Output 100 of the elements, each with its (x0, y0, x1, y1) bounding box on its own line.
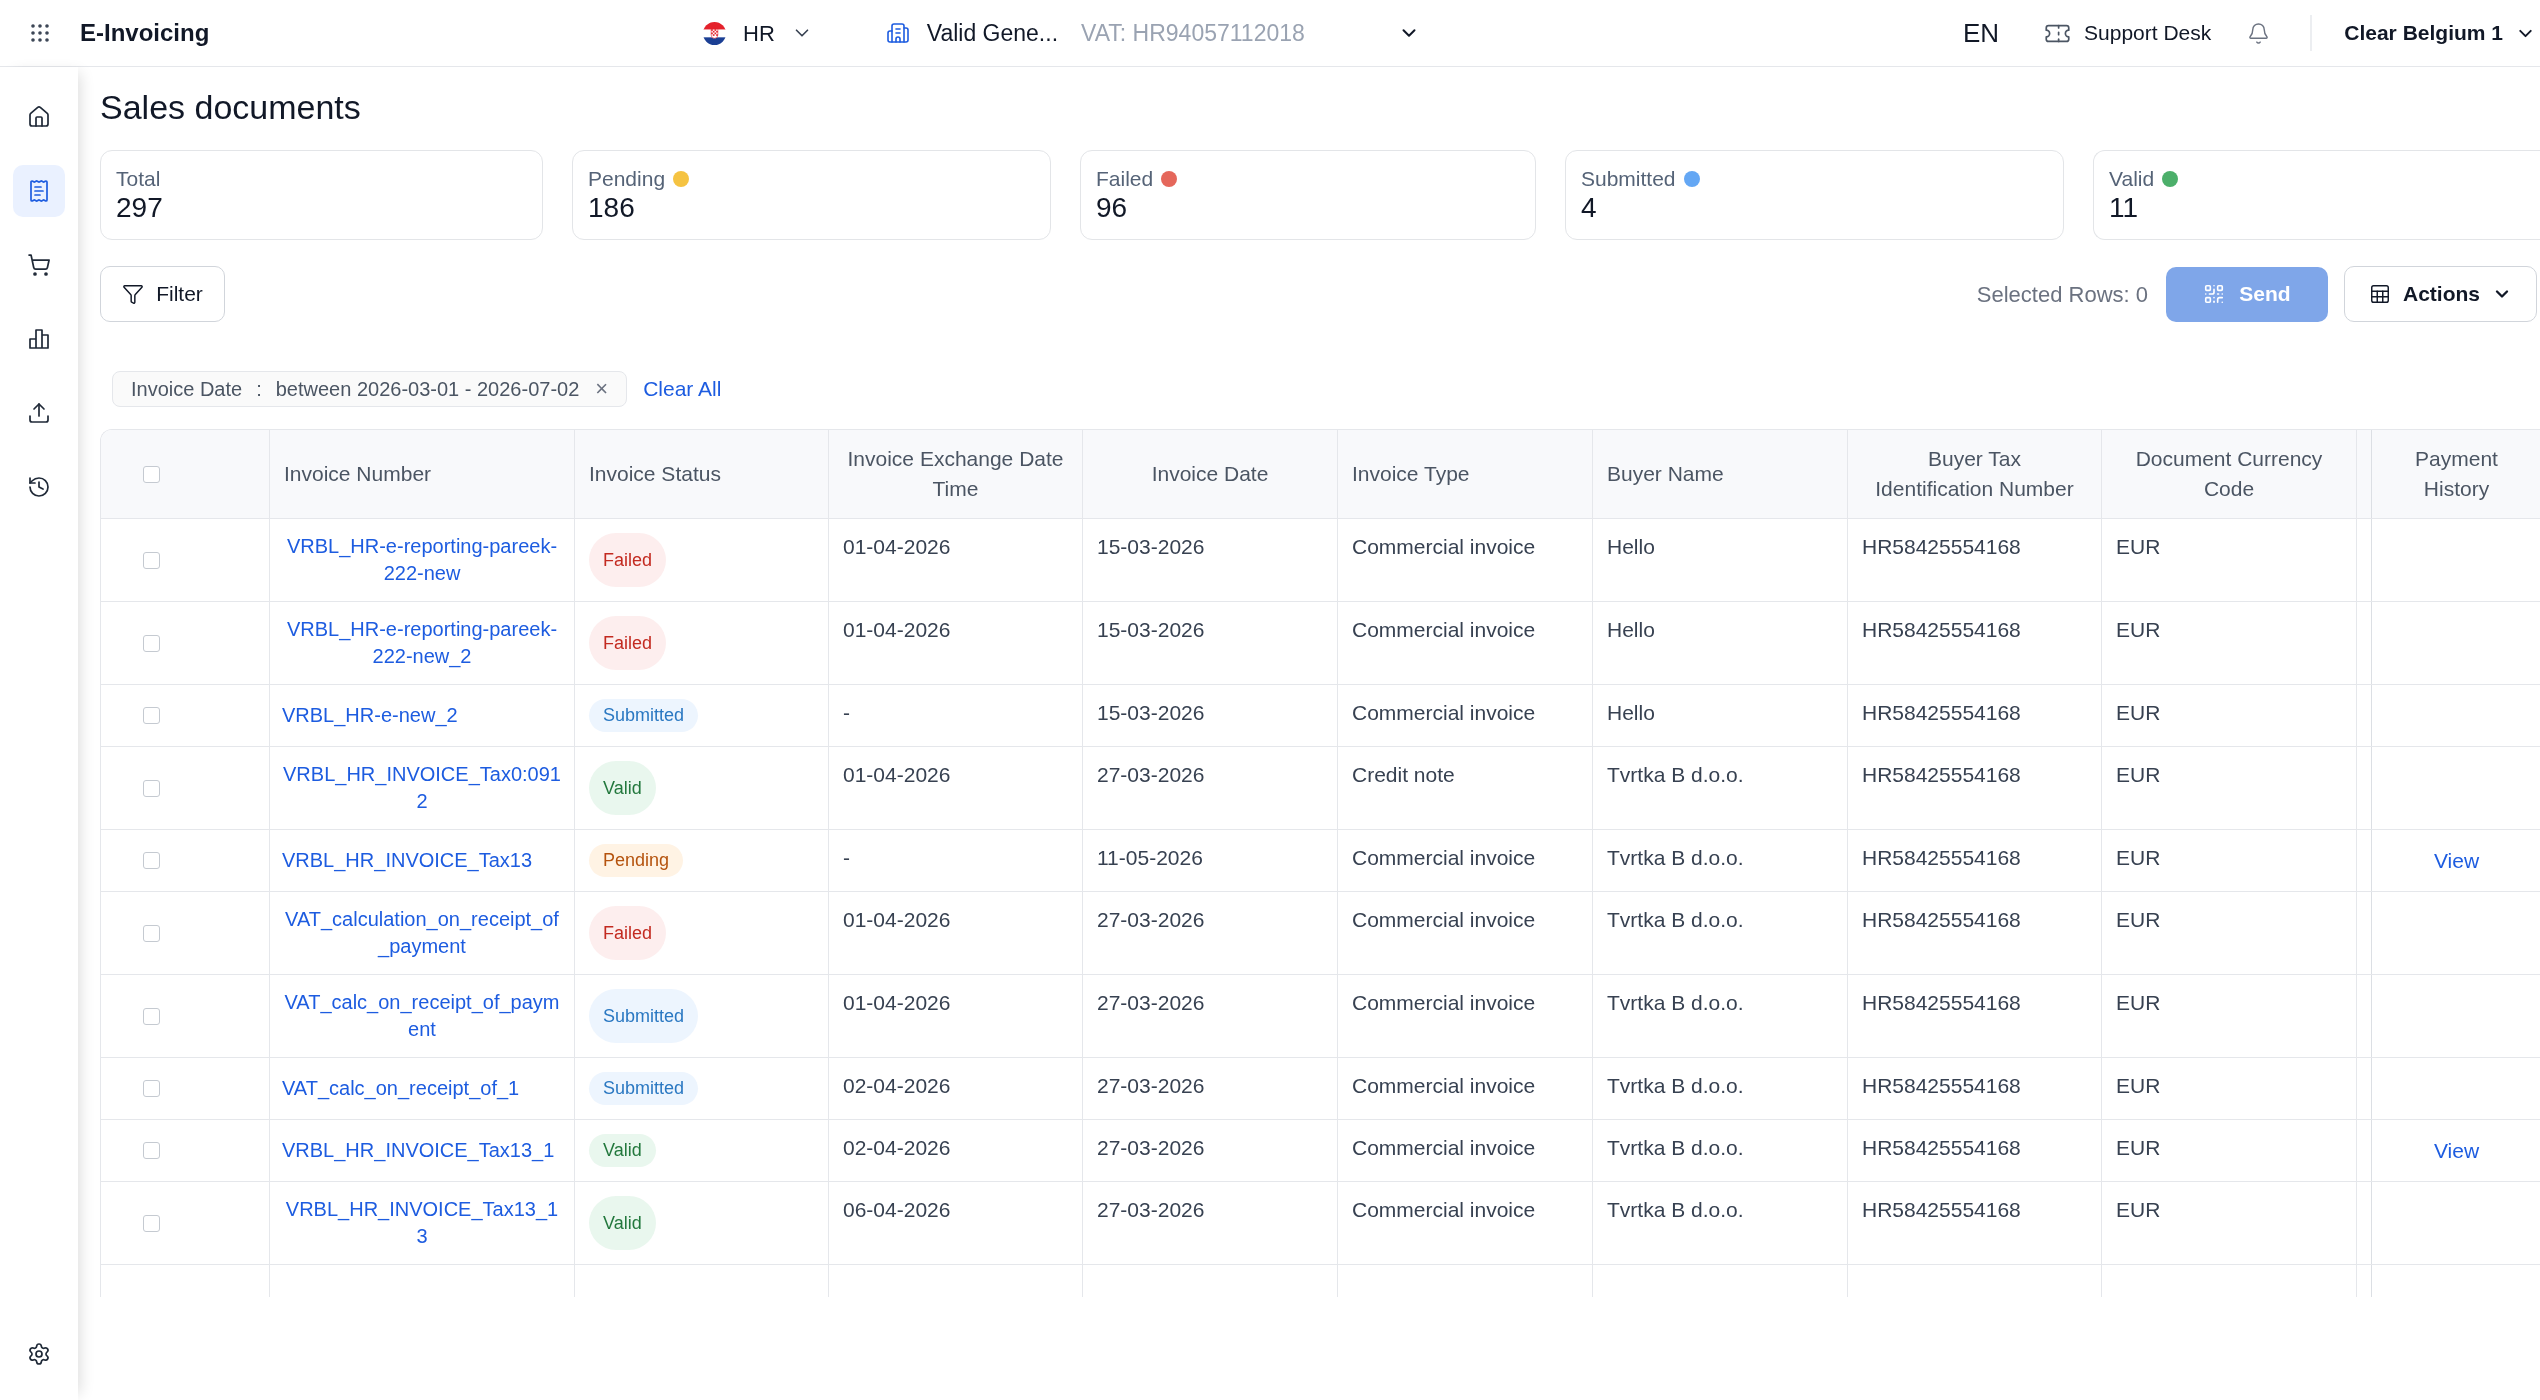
view-link[interactable]: View (2433, 1134, 2480, 1167)
invoice-link[interactable]: VRBL_HR-e-reporting-pareek-222-new_2 (282, 616, 562, 670)
card-label: Submitted (1581, 166, 1676, 192)
buyer-name: Tvrtka B d.o.o. (1607, 846, 1744, 869)
invoice-type: Commercial invoice (1352, 1198, 1536, 1221)
currency-code: EUR (2116, 763, 2161, 786)
status-badge: Pending (589, 844, 684, 877)
status-badge: Failed (589, 533, 667, 587)
settings-icon (27, 1342, 51, 1366)
select-all-checkbox[interactable] (143, 465, 160, 483)
row-checkbox[interactable] (143, 779, 160, 797)
exchange-date: 01-04-2026 (843, 618, 951, 641)
status-badge: Valid (589, 1196, 656, 1250)
invoice-type: Commercial invoice (1352, 846, 1536, 869)
invoice-type: Commercial invoice (1352, 1074, 1536, 1097)
invoice-link[interactable]: VRBL_HR_INVOICE_Tax0:0912 (282, 761, 562, 815)
cart-icon (27, 253, 51, 277)
support-desk-button[interactable]: Support Desk (2044, 17, 2212, 49)
filter-button[interactable]: Filter (100, 266, 225, 322)
actions-button[interactable]: Actions (2344, 266, 2537, 322)
invoice-link[interactable]: VRBL_HR_INVOICE_Tax13_13 (282, 1196, 562, 1250)
card-value: 297 (116, 193, 163, 223)
filter-separator: : (256, 377, 262, 402)
invoice-type: Commercial invoice (1352, 1136, 1536, 1159)
buyer-tax-id: HR58425554168 (1862, 991, 2021, 1014)
upload-icon (27, 401, 51, 425)
buyer-name: Hello (1607, 618, 1655, 641)
filter-field: Invoice Date (131, 374, 243, 404)
buyer-name: Tvrtka B d.o.o. (1607, 1074, 1744, 1097)
row-checkbox[interactable] (143, 924, 160, 942)
invoice-date: 27-03-2026 (1097, 1074, 1205, 1097)
currency-code: EUR (2116, 846, 2161, 869)
home-icon (27, 105, 51, 129)
row-checkbox[interactable] (143, 707, 160, 724)
selected-rows-count: Selected Rows: 0 (1976, 280, 2148, 309)
apps-grid-icon[interactable] (28, 21, 52, 45)
invoice-date: 15-03-2026 (1097, 618, 1205, 641)
invoice-link[interactable]: VAT_calc_on_receipt_of_payment (282, 989, 562, 1043)
remove-filter-button[interactable]: × (595, 378, 609, 400)
buyer-name: Tvrtka B d.o.o. (1607, 908, 1744, 931)
exchange-date: 06-04-2026 (843, 1198, 951, 1221)
row-checkbox[interactable] (143, 551, 160, 569)
invoice-link[interactable]: VAT_calc_on_receipt_of_1 (282, 1075, 520, 1102)
row-checkbox[interactable] (143, 1214, 160, 1232)
bell-icon[interactable] (2247, 21, 2271, 45)
buyer-name: Tvrtka B d.o.o. (1607, 763, 1744, 786)
invoice-type: Commercial invoice (1352, 618, 1536, 641)
invoice-link[interactable]: VRBL_HR-e-reporting-pareek-222-new (282, 533, 562, 587)
language-selector[interactable]: EN (1962, 13, 2000, 53)
qr-code-icon (2203, 283, 2226, 305)
row-checkbox[interactable] (143, 634, 160, 652)
currency-code: EUR (2116, 535, 2161, 558)
row-checkbox[interactable] (143, 852, 160, 869)
buyer-name: Hello (1607, 701, 1655, 724)
company-selector[interactable]: Valid Gene... VAT: HR94057112018 (885, 15, 1420, 51)
currency-code: EUR (2116, 1074, 2161, 1097)
invoice-type: Commercial invoice (1352, 908, 1536, 931)
invoice-type: Commercial invoice (1352, 991, 1536, 1014)
column-header: Document Currency Code (2134, 446, 2324, 502)
column-header: Invoice Exchange Date Time (846, 446, 1065, 502)
card-label: Pending (588, 166, 666, 192)
buyer-tax-id: HR58425554168 (1862, 535, 2021, 558)
column-header: Payment History (2414, 446, 2499, 502)
clear-all-link[interactable]: Clear All (643, 373, 722, 405)
invoice-link[interactable]: VRBL_HR-e-new_2 (282, 702, 458, 729)
card-value: 96 (1096, 193, 1128, 223)
status-badge: Failed (589, 906, 667, 960)
buyer-tax-id: HR58425554168 (1862, 1136, 2021, 1159)
row-checkbox[interactable] (143, 1080, 160, 1097)
table-icon (2369, 283, 2391, 305)
buyer-name: Tvrtka B d.o.o. (1607, 1198, 1744, 1221)
column-header: Invoice Date (1151, 461, 1269, 487)
exchange-date: - (843, 701, 850, 724)
row-checkbox[interactable] (143, 1007, 160, 1025)
buyer-name: Tvrtka B d.o.o. (1607, 1136, 1744, 1159)
exchange-date: 01-04-2026 (843, 908, 951, 931)
exchange-date: 01-04-2026 (843, 991, 951, 1014)
exchange-date: 02-04-2026 (843, 1074, 951, 1097)
view-link[interactable]: View (2433, 844, 2480, 877)
status-badge: Valid (589, 761, 656, 815)
invoice-link[interactable]: VRBL_HR_INVOICE_Tax13 (282, 847, 533, 874)
card-value: 186 (588, 193, 635, 223)
exchange-date: 01-04-2026 (843, 535, 951, 558)
invoice-link[interactable]: VAT_calculation_on_receipt_of_payment (282, 906, 562, 960)
invoice-type: Commercial invoice (1352, 701, 1536, 724)
card-label: Total (116, 166, 161, 192)
invoice-date: 11-05-2026 (1097, 846, 1203, 869)
row-checkbox[interactable] (143, 1142, 160, 1159)
currency-code: EUR (2116, 618, 2161, 641)
currency-code: EUR (2116, 908, 2161, 931)
page-title: Sales documents (100, 87, 361, 127)
app-title: E-Invoicing (80, 18, 210, 48)
buyer-tax-id: HR58425554168 (1862, 618, 2021, 641)
filter-icon (122, 283, 145, 305)
account-menu[interactable]: Clear Belgium 1 (2344, 17, 2536, 49)
invoice-date: 15-03-2026 (1097, 701, 1205, 724)
country-selector[interactable]: HR (703, 16, 813, 50)
invoice-link[interactable]: VRBL_HR_INVOICE_Tax13_1 (282, 1137, 555, 1164)
buyer-name: Tvrtka B d.o.o. (1607, 991, 1744, 1014)
column-header: Invoice Status (589, 461, 721, 487)
